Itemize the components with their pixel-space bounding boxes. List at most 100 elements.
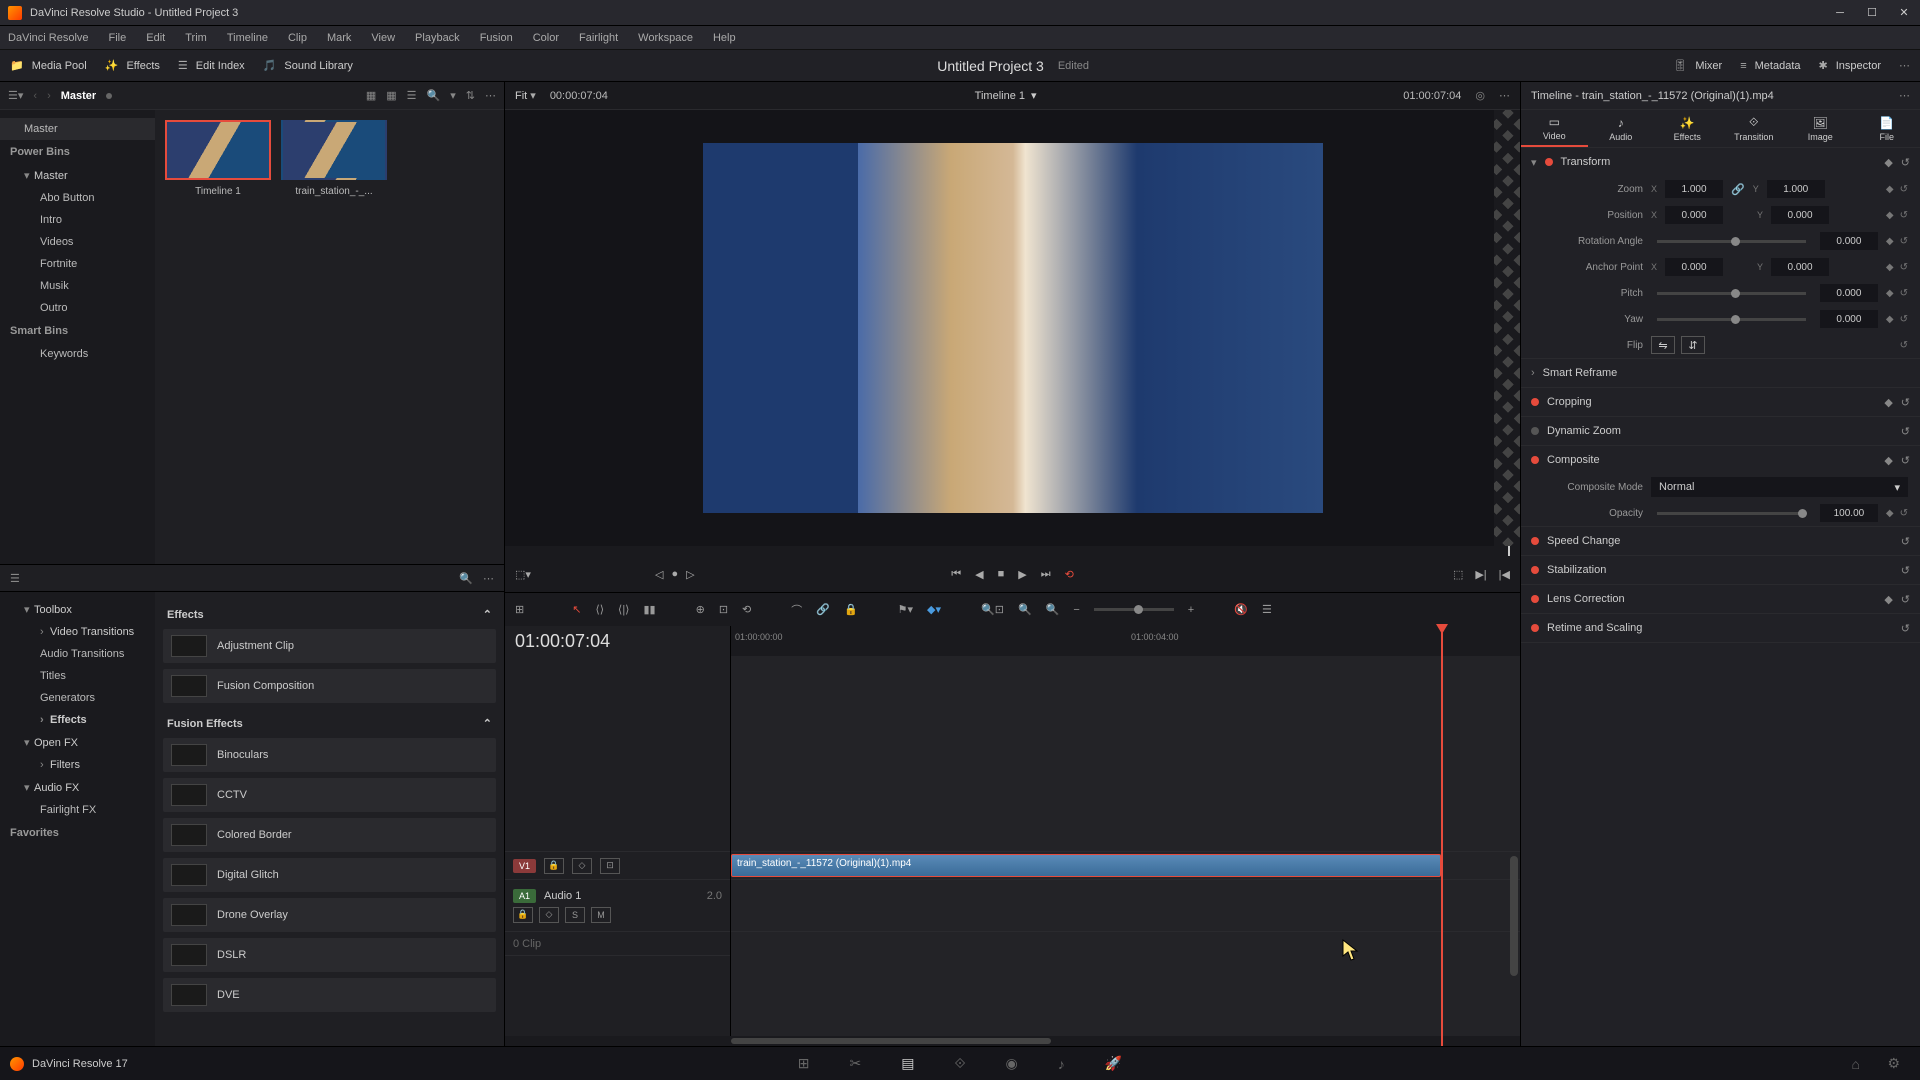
retime-scaling-section[interactable]: Retime and Scaling ↺: [1521, 614, 1920, 642]
section-enabled-icon[interactable]: [1531, 398, 1539, 406]
menu-view[interactable]: View: [371, 32, 395, 44]
keyframe-icon[interactable]: ◆: [1886, 210, 1894, 221]
bin-outro[interactable]: Outro: [0, 297, 155, 319]
blade-tool-icon[interactable]: ▮▮: [643, 603, 655, 616]
bin-master[interactable]: Master: [0, 118, 155, 140]
pitch-input[interactable]: [1820, 284, 1878, 302]
section-disabled-icon[interactable]: [1531, 427, 1539, 435]
effects-more-icon[interactable]: ⋯: [483, 572, 494, 585]
effect-binoculars[interactable]: Binoculars: [163, 738, 496, 772]
zoom-in-icon[interactable]: +: [1188, 604, 1194, 616]
power-bins-section[interactable]: Power Bins: [0, 140, 155, 164]
window-close-button[interactable]: ✕: [1896, 5, 1912, 21]
reset-icon[interactable]: ↺: [1901, 564, 1910, 577]
toolbar-more-icon[interactable]: ⋯: [1899, 59, 1910, 72]
video-transitions-node[interactable]: ›Video Transitions: [0, 621, 155, 643]
effect-adjustment-clip[interactable]: Adjustment Clip: [163, 629, 496, 663]
mark-out-button[interactable]: |◀: [1499, 568, 1510, 581]
tab-image[interactable]: 🖼Image: [1787, 110, 1854, 147]
effect-dslr[interactable]: DSLR: [163, 938, 496, 972]
zoom-out-icon[interactable]: −: [1073, 604, 1079, 616]
menu-playback[interactable]: Playback: [415, 32, 460, 44]
track-badge-a1[interactable]: A1: [513, 889, 536, 903]
audio-auto-select-icon[interactable]: ◇: [539, 907, 559, 923]
trim-tool-icon[interactable]: ⟨⟩: [595, 603, 604, 616]
keyframe-icon[interactable]: ◆: [1884, 156, 1892, 169]
yaw-slider[interactable]: [1657, 318, 1806, 321]
fusion-effects-section-header[interactable]: Fusion Effects⌃: [163, 709, 496, 738]
nav-forward-icon[interactable]: ›: [47, 90, 51, 102]
prev-frame-button[interactable]: ◀: [975, 568, 983, 581]
cut-page-tab[interactable]: ✂: [850, 1055, 862, 1072]
effects-node[interactable]: ›Effects: [0, 709, 155, 731]
section-enabled-icon[interactable]: [1531, 566, 1539, 574]
reset-icon[interactable]: ↺: [1900, 508, 1908, 519]
flip-v-button[interactable]: ⇵: [1681, 336, 1705, 354]
inspector-toggle[interactable]: ✱ Inspector: [1819, 59, 1881, 72]
yaw-input[interactable]: [1820, 310, 1878, 328]
keyframe-icon[interactable]: ◆: [1886, 314, 1894, 325]
reset-icon[interactable]: ↺: [1901, 156, 1910, 169]
opacity-input[interactable]: [1820, 504, 1878, 522]
flag-icon[interactable]: ⚑▾: [898, 603, 913, 616]
reset-icon[interactable]: ↺: [1901, 622, 1910, 635]
position-x-input[interactable]: [1665, 206, 1723, 224]
timeline-scrollbar-h[interactable]: [505, 1036, 1520, 1046]
effect-cctv[interactable]: CCTV: [163, 778, 496, 812]
detail-zoom-icon[interactable]: 🔍: [1018, 603, 1032, 616]
menu-edit[interactable]: Edit: [146, 32, 165, 44]
bin-keywords[interactable]: Keywords: [0, 343, 155, 365]
composite-section[interactable]: Composite ◆↺: [1521, 446, 1920, 474]
section-enabled-icon[interactable]: [1531, 456, 1539, 464]
link-icon[interactable]: 🔗: [1731, 183, 1745, 196]
tab-audio[interactable]: ♪Audio: [1588, 110, 1655, 147]
collapse-icon[interactable]: ⌃: [483, 717, 492, 730]
pitch-slider[interactable]: [1657, 292, 1806, 295]
fusion-page-tab[interactable]: ⟐: [955, 1055, 966, 1072]
filters-node[interactable]: ›Filters: [0, 754, 155, 776]
tab-effects[interactable]: ✨Effects: [1654, 110, 1721, 147]
keyframe-icon[interactable]: ◆: [1886, 508, 1894, 519]
audio-lock-icon[interactable]: 🔒: [513, 907, 533, 923]
menu-color[interactable]: Color: [533, 32, 559, 44]
match-frame-next-icon[interactable]: ▷: [686, 568, 694, 581]
reset-icon[interactable]: ↺: [1900, 236, 1908, 247]
tracks-area[interactable]: train_station_-_11572 (Original)(1).mp4: [731, 656, 1520, 1036]
match-frame-button[interactable]: ⬚: [1453, 568, 1463, 581]
reset-icon[interactable]: ↺: [1901, 396, 1910, 409]
edit-index-toggle[interactable]: ☰ Edit Index: [178, 59, 245, 72]
timeline-timecode[interactable]: 01:00:07:04: [515, 631, 610, 652]
effects-search-icon[interactable]: 🔍: [459, 572, 473, 585]
track-badge-v1[interactable]: V1: [513, 859, 536, 873]
color-page-tab[interactable]: ◉: [1006, 1055, 1018, 1072]
tab-file[interactable]: 📄File: [1854, 110, 1920, 147]
match-frame-prev-icon[interactable]: ◁: [655, 568, 663, 581]
effect-dve[interactable]: DVE: [163, 978, 496, 1012]
reset-icon[interactable]: ↺: [1901, 425, 1910, 438]
toolbox-node[interactable]: ▾Toolbox: [0, 598, 155, 621]
opacity-slider[interactable]: [1657, 512, 1806, 515]
bin-list-icon[interactable]: ☰▾: [8, 89, 23, 102]
edit-page-tab[interactable]: ▤: [901, 1055, 914, 1072]
anchor-x-input[interactable]: [1665, 258, 1723, 276]
collapse-icon[interactable]: ⌃: [483, 608, 492, 621]
speed-change-section[interactable]: Speed Change ↺: [1521, 527, 1920, 555]
track-lock-icon[interactable]: 🔒: [544, 858, 564, 874]
custom-zoom-icon[interactable]: 🔍: [1046, 603, 1060, 616]
menu-mark[interactable]: Mark: [327, 32, 351, 44]
sort-icon[interactable]: ⇅: [466, 89, 475, 102]
dynamic-trim-icon[interactable]: ⟨|⟩: [618, 603, 629, 616]
smart-bins-section[interactable]: Smart Bins: [0, 319, 155, 343]
media-more-icon[interactable]: ⋯: [485, 89, 496, 102]
deliver-page-tab[interactable]: 🚀: [1105, 1055, 1122, 1072]
generators-node[interactable]: Generators: [0, 687, 155, 709]
reset-icon[interactable]: ↺: [1900, 314, 1908, 325]
effect-colored-border[interactable]: Colored Border: [163, 818, 496, 852]
loop-button[interactable]: ⟲: [1065, 568, 1074, 581]
home-button[interactable]: ⌂: [1852, 1056, 1860, 1072]
track-v1[interactable]: train_station_-_11572 (Original)(1).mp4: [731, 852, 1520, 880]
media-pool-toggle[interactable]: 📁 Media Pool: [10, 59, 87, 72]
record-timecode[interactable]: 01:00:07:04: [1403, 90, 1461, 102]
next-frame-button[interactable]: ⏭: [1041, 568, 1051, 581]
zoom-slider[interactable]: [1094, 608, 1174, 611]
